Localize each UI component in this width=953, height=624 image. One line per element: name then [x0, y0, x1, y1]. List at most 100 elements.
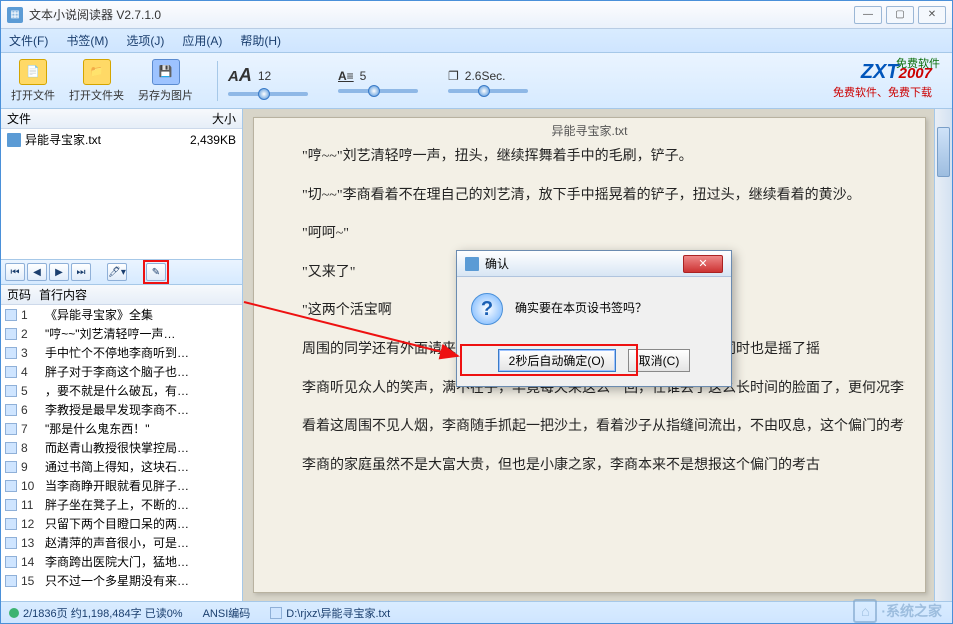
- page-firstline: 胖子对于李商这个脑子也…: [45, 363, 238, 380]
- page-row[interactable]: 14李商跨出医院大门，猛地…: [1, 552, 242, 571]
- page-firstline: 只留下两个目瞪口呆的两…: [45, 515, 238, 532]
- page-number: 10: [21, 479, 45, 493]
- open-file-button[interactable]: 📄 打开文件: [11, 59, 55, 103]
- page-firstline: ，要不就是什么破瓦，有…: [45, 382, 238, 399]
- menu-options[interactable]: 选项(J): [126, 32, 164, 49]
- page-number: 5: [21, 384, 45, 398]
- font-size-value: 12: [258, 69, 271, 83]
- menu-help[interactable]: 帮助(H): [240, 32, 281, 49]
- page-icon: [5, 366, 17, 378]
- page-row[interactable]: 2"哼~~"刘艺清轻哼一声…: [1, 324, 242, 343]
- page-list[interactable]: 1《异能寻宝家》全集2"哼~~"刘艺清轻哼一声…3手中忙个不停地李商听到…4胖子…: [1, 305, 242, 601]
- reader-scrollbar[interactable]: [934, 109, 952, 601]
- statusbar: 2/1836页 约1,198,484字 已读0% ANSI编码 D:\rjxz\…: [1, 601, 952, 623]
- file-header-size[interactable]: 大小: [212, 110, 236, 127]
- menu-file[interactable]: 文件(F): [9, 32, 48, 49]
- page-icon: [5, 461, 17, 473]
- file-icon: [7, 133, 21, 147]
- page-icon: [5, 537, 17, 549]
- close-button[interactable]: ✕: [918, 6, 946, 24]
- line-spacing-slider[interactable]: [338, 89, 418, 93]
- page-row[interactable]: 11胖子坐在凳子上，不断的…: [1, 495, 242, 514]
- page-firstline: 李教授是最早发现李商不…: [45, 401, 238, 418]
- page-row[interactable]: 9通过书简上得知，这块石…: [1, 457, 242, 476]
- page-icon: [5, 575, 17, 587]
- page-row[interactable]: 4胖子对于李商这个脑子也…: [1, 362, 242, 381]
- save-as-pic-button[interactable]: 💾 另存为图片: [138, 59, 193, 103]
- nav-last-button[interactable]: ⏭: [71, 263, 91, 281]
- nav-toolbar: ⏮ ◀ ▶ ⏭ 🖊▾ ✎: [1, 259, 242, 285]
- font-size-control: AA 12: [228, 65, 308, 96]
- reader-paragraph: "哼~~"刘艺清轻哼一声，扭头，继续挥舞着手中的毛刷，铲子。: [274, 144, 905, 171]
- dialog-message: 确实要在本页设书签吗？: [515, 293, 647, 316]
- page-firstline: 赵清萍的声音很小，可是…: [45, 534, 238, 551]
- page-firstline: "哼~~"刘艺清轻哼一声…: [45, 325, 238, 342]
- status-path: D:\rjxz\异能寻宝家.txt: [286, 605, 390, 621]
- page-icon: [5, 404, 17, 416]
- dialog-cancel-button[interactable]: 取消(C): [628, 349, 691, 372]
- page-row[interactable]: 6李教授是最早发现李商不…: [1, 400, 242, 419]
- page-row[interactable]: 1《异能寻宝家》全集: [1, 305, 242, 324]
- dialog-icon: [465, 257, 479, 271]
- page-icon: [5, 385, 17, 397]
- page-header-num[interactable]: 页码: [7, 286, 39, 303]
- page-number: 1: [21, 308, 45, 322]
- minimize-button[interactable]: —: [854, 6, 882, 24]
- page-number: 12: [21, 517, 45, 531]
- page-header-first[interactable]: 首行内容: [39, 286, 87, 303]
- file-list: 异能寻宝家.txt 2,439KB: [1, 129, 242, 259]
- folder-icon: 📄: [19, 59, 47, 85]
- file-row[interactable]: 异能寻宝家.txt 2,439KB: [1, 129, 242, 150]
- page-row[interactable]: 5，要不就是什么破瓦，有…: [1, 381, 242, 400]
- page-number: 4: [21, 365, 45, 379]
- page-firstline: 胖子坐在凳子上，不断的…: [45, 496, 238, 513]
- scrollbar-thumb[interactable]: [937, 127, 950, 177]
- titlebar: ▦ 文本小说阅读器 V2.7.1.0 — ▢ ✕: [1, 1, 952, 29]
- brand-name: ZXT: [861, 61, 899, 83]
- dialog-ok-button[interactable]: 2秒后自动确定(O): [498, 349, 616, 372]
- page-row[interactable]: 13赵清萍的声音很小，可是…: [1, 533, 242, 552]
- page-icon: [5, 518, 17, 530]
- font-size-slider[interactable]: [228, 92, 308, 96]
- status-encoding: ANSI编码: [203, 605, 251, 621]
- reader-filename: 异能寻宝家.txt: [551, 122, 627, 139]
- page-row[interactable]: 10当李商睁开眼就看见胖子…: [1, 476, 242, 495]
- page-icon: [5, 556, 17, 568]
- dialog-close-button[interactable]: ✕: [683, 255, 723, 273]
- left-panel: 文件 大小 异能寻宝家.txt 2,439KB ⏮ ◀ ▶ ⏭ 🖊▾ ✎: [1, 109, 243, 601]
- file-header-name[interactable]: 文件: [7, 110, 212, 127]
- reader-paragraph: "切~~"李商看着不在理自己的刘艺清，放下手中摇晃着的铲子，扭过头，继续看着的黄…: [274, 183, 905, 210]
- nav-next-button[interactable]: ▶: [49, 263, 69, 281]
- page-number: 13: [21, 536, 45, 550]
- page-icon: [5, 480, 17, 492]
- page-row[interactable]: 7"那是什么鬼东西！": [1, 419, 242, 438]
- menu-apps[interactable]: 应用(A): [182, 32, 222, 49]
- status-pages: 2/1836页 约1,198,484字 已读0%: [23, 605, 183, 621]
- toolbar-separator: [217, 61, 218, 101]
- nav-first-button[interactable]: ⏮: [5, 263, 25, 281]
- bookmark-button[interactable]: ✎: [146, 263, 166, 281]
- page-icon: [5, 309, 17, 321]
- page-row[interactable]: 3手中忙个不停地李商听到…: [1, 343, 242, 362]
- page-firstline: 通过书简上得知，这块石…: [45, 458, 238, 475]
- page-row[interactable]: 12只留下两个目瞪口呆的两…: [1, 514, 242, 533]
- page-row[interactable]: 15只不过一个多星期没有来…: [1, 571, 242, 590]
- page-icon: [5, 442, 17, 454]
- page-number: 8: [21, 441, 45, 455]
- window-title: 文本小说阅读器 V2.7.1.0: [29, 6, 850, 23]
- question-icon: ?: [471, 293, 503, 325]
- status-dot-icon: [9, 608, 19, 618]
- reader-paragraph: 看着这周围不见人烟，李商随手抓起一把沙土，看着沙子从指缝间流出，不由叹息，这个偏…: [274, 414, 905, 441]
- confirm-dialog: 确认 ✕ ? 确实要在本页设书签吗？ 2秒后自动确定(O) 取消(C): [456, 250, 732, 387]
- nav-prev-button[interactable]: ◀: [27, 263, 47, 281]
- open-folder-button[interactable]: 📁 打开文件夹: [69, 59, 124, 103]
- page-row[interactable]: 8而赵青山教授很快掌控局…: [1, 438, 242, 457]
- page-number: 14: [21, 555, 45, 569]
- interval-control: ❐ 2.6Sec.: [448, 69, 528, 93]
- maximize-button[interactable]: ▢: [886, 6, 914, 24]
- menu-bookmark[interactable]: 书签(M): [66, 32, 108, 49]
- nav-tool-button[interactable]: 🖊▾: [107, 263, 127, 281]
- interval-slider[interactable]: [448, 89, 528, 93]
- page-firstline: 当李商睁开眼就看见胖子…: [45, 477, 238, 494]
- free-software-label: 免费软件: [896, 55, 940, 71]
